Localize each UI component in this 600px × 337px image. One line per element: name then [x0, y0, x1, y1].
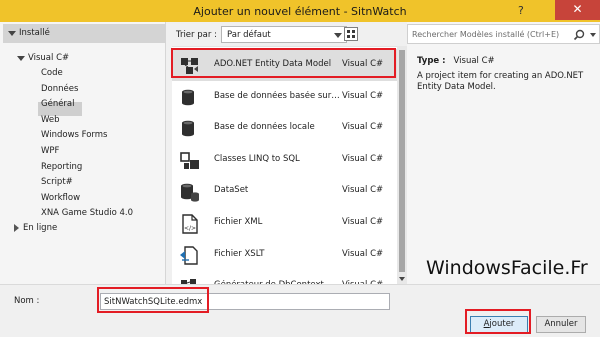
tree-node-workflow[interactable]: Workflow: [41, 193, 80, 203]
tree-node-g-n-ral[interactable]: Général: [41, 99, 75, 109]
sort-select[interactable]: Par défaut: [221, 26, 347, 43]
template-item[interactable]: </> Fichier XML Visual C#: [172, 207, 397, 239]
sort-toolbar: Trier par : Par défaut: [166, 22, 599, 306]
type-label: Type :: [417, 56, 446, 66]
close-button[interactable]: ✕: [555, 0, 600, 20]
tree-node-web[interactable]: Web: [41, 115, 60, 125]
sort-value: Par défaut: [227, 30, 271, 40]
database-icon: [179, 118, 201, 140]
cancel-button[interactable]: Annuler: [536, 316, 586, 333]
tree-node-xna-game-studio-4-0[interactable]: XNA Game Studio 4.0: [41, 208, 133, 218]
details-panel: Rechercher Modèles installé (Ctrl+E) Typ…: [407, 22, 600, 284]
window-title: Ajouter un nouvel élément - SitnWatch: [193, 5, 407, 18]
template-language: Visual C#: [342, 217, 384, 227]
bottom-bar: Nom : SitNWatchSQLite.edmx Ajouter Annul…: [0, 284, 600, 337]
template-language: Visual C#: [342, 248, 384, 259]
tree-node-windows-forms[interactable]: Windows Forms: [41, 130, 108, 140]
template-language: Visual C#: [342, 59, 384, 69]
type-row: Type : Visual C#: [417, 56, 495, 66]
collapse-arrow-icon: [8, 31, 16, 36]
title-bar: Ajouter un nouvel élément - SitnWatch ? …: [0, 0, 600, 22]
template-name: Base de données locale: [214, 122, 315, 133]
template-item[interactable]: Base de données basée sur les servicesVi…: [172, 81, 397, 113]
add-button-label: jouter: [489, 319, 515, 329]
template-item[interactable]: Classes LINQ to SQL Visual C#: [172, 144, 397, 176]
search-input[interactable]: Rechercher Modèles installé (Ctrl+E): [407, 24, 600, 44]
tree-node-code[interactable]: Code: [41, 68, 63, 78]
chevron-down-icon: [334, 33, 342, 38]
template-list: ADO.NET Entity Data Model Visual C# Base d…: [172, 46, 407, 295]
tree-header-installed[interactable]: Installé: [3, 24, 166, 43]
xslt-file-icon: [179, 245, 201, 267]
tree-node-visual-cs[interactable]: Visual C#: [28, 53, 69, 63]
tree-node-donn-es[interactable]: Données: [41, 84, 78, 94]
add-button[interactable]: Ajouter: [470, 316, 528, 333]
expand-arrow-icon: [14, 224, 19, 232]
scrollbar[interactable]: [397, 46, 407, 284]
name-input[interactable]: SitNWatchSQLite.edmx: [100, 293, 390, 310]
grid-view-button[interactable]: [344, 27, 358, 41]
dataset-icon: [179, 181, 201, 203]
template-name: ADO.NET Entity Data Model: [214, 59, 332, 69]
template-name: DataSet: [214, 185, 249, 196]
type-value: Visual C#: [453, 56, 495, 66]
tree-node-wpf[interactable]: WPF: [41, 146, 59, 156]
search-icon[interactable]: [573, 29, 585, 41]
help-button[interactable]: ?: [518, 4, 524, 17]
category-tree: Installé Visual C# En ligne Code Données G…: [0, 22, 166, 284]
svg-text:</>: </>: [184, 225, 196, 232]
entity-model-icon: [179, 55, 201, 77]
search-options-icon[interactable]: [590, 33, 596, 37]
installed-label: Installé: [19, 28, 50, 38]
database-icon: [179, 87, 201, 109]
template-item[interactable]: DataSet Visual C#: [172, 175, 397, 207]
sort-label: Trier par :: [176, 30, 217, 40]
tree-node-online[interactable]: En ligne: [23, 223, 57, 233]
expand-arrow-icon: [17, 56, 25, 61]
template-name: Classes LINQ to SQL: [214, 153, 300, 164]
linq-classes-icon: [179, 150, 201, 172]
close-icon: ✕: [572, 2, 583, 16]
template-item[interactable]: Base de données locale Visual C#: [172, 112, 397, 144]
watermark-text: WindowsFacile.Fr: [426, 257, 588, 279]
template-name: Fichier XML: [214, 217, 263, 227]
template-language: Visual C#: [342, 153, 384, 164]
scroll-down-icon[interactable]: [399, 277, 405, 281]
search-placeholder: Rechercher Modèles installé (Ctrl+E): [412, 30, 560, 39]
template-language: Visual C#: [342, 185, 384, 196]
name-label: Nom :: [14, 296, 40, 306]
tree-node-reporting[interactable]: Reporting: [41, 162, 82, 172]
template-language: Visual C#: [342, 122, 384, 133]
tree-node-script-[interactable]: Script#: [41, 177, 73, 187]
xml-file-icon: </>: [179, 213, 201, 235]
template-item[interactable]: Fichier XSLT Visual C#: [172, 239, 397, 271]
template-language: Visual C#: [342, 90, 384, 101]
template-description: A project item for creating an ADO.NET E…: [417, 71, 584, 92]
template-name: Base de données basée sur les services: [214, 90, 340, 101]
scrollbar-thumb[interactable]: [399, 50, 405, 272]
template-item[interactable]: ADO.NET Entity Data Model Visual C#: [172, 49, 397, 81]
template-name: Fichier XSLT: [214, 248, 265, 259]
